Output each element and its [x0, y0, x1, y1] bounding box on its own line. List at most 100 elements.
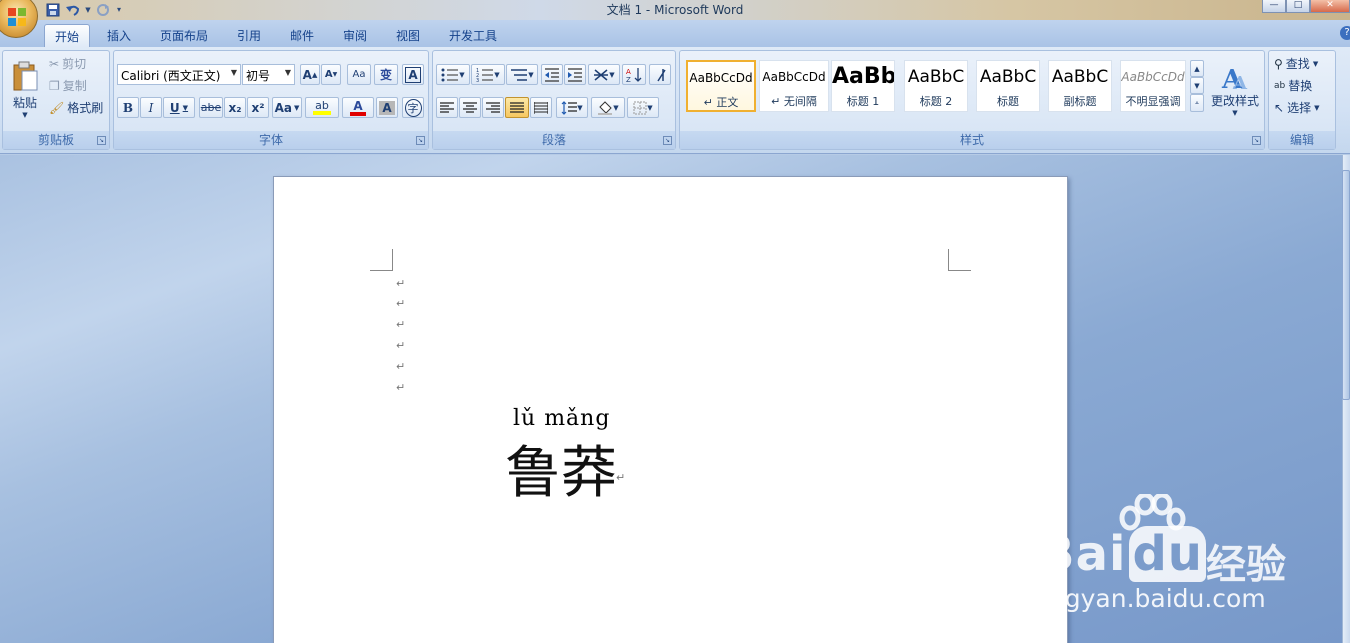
show-marks-button[interactable]: [649, 64, 671, 85]
dialog-launcher-icon[interactable]: ↘: [663, 136, 672, 145]
chinese-layout-button[interactable]: ▼: [588, 64, 620, 85]
document-body-text[interactable]: 鲁莽: [505, 428, 617, 509]
style-heading-1[interactable]: AaBb 标题 1: [831, 60, 895, 112]
borders-button[interactable]: ▼: [627, 97, 659, 118]
minimize-button[interactable]: —: [1262, 0, 1286, 13]
bullets-icon: [441, 68, 459, 81]
chevron-down-icon[interactable]: ▼: [84, 2, 92, 18]
font-size-select[interactable]: 初号 ▼: [242, 64, 295, 85]
align-center-button[interactable]: [459, 97, 481, 118]
format-painter-label: 格式刷: [67, 101, 104, 115]
style-name: ↵ 无间隔: [771, 95, 817, 108]
tab-page-layout[interactable]: 页面布局: [154, 24, 214, 47]
distributed-button[interactable]: [530, 97, 552, 118]
grow-font-button[interactable]: A ▲: [300, 64, 320, 85]
char-border-button[interactable]: A: [402, 64, 424, 85]
grow-font-icon: A: [302, 67, 312, 82]
close-button[interactable]: ✕: [1310, 0, 1350, 13]
undo-icon[interactable]: [64, 2, 82, 18]
sort-button[interactable]: AZ: [622, 64, 646, 85]
style-title[interactable]: AaBbC 标题: [976, 60, 1040, 112]
font-family-select[interactable]: Calibri (西文正文) ▼: [117, 64, 241, 85]
select-button[interactable]: ↖ 选择 ▼: [1274, 99, 1319, 116]
style-name: 标题: [997, 95, 1019, 108]
save-icon[interactable]: [44, 2, 62, 18]
scrollbar-thumb[interactable]: [1342, 170, 1350, 400]
chevron-up-icon[interactable]: ▲: [1190, 60, 1204, 77]
style-heading-2[interactable]: AaBbC 标题 2: [904, 60, 968, 112]
align-center-icon: [463, 101, 477, 113]
gallery-more-icon[interactable]: ⩡: [1190, 94, 1204, 112]
style-normal[interactable]: AaBbCcDd ↵ 正文: [686, 60, 756, 112]
tab-home[interactable]: 开始: [44, 24, 90, 47]
copy-button[interactable]: ❐ 复制: [49, 77, 87, 94]
dialog-launcher-icon[interactable]: ↘: [1252, 136, 1261, 145]
align-right-button[interactable]: [482, 97, 504, 118]
style-no-spacing[interactable]: AaBbCcDd ↵ 无间隔: [759, 60, 829, 112]
chevron-down-icon: ▼: [230, 68, 237, 77]
align-left-button[interactable]: [436, 97, 458, 118]
tab-mailings[interactable]: 邮件: [283, 24, 321, 47]
redo-icon[interactable]: [94, 2, 112, 18]
paragraph-group: ▼ 123 ▼ ▼ ▼ AZ ▼ ▼ ▼ 段落 ↘: [432, 50, 676, 150]
paragraph-mark: ↵: [396, 277, 406, 290]
cut-button[interactable]: ✂ 剪切: [49, 55, 86, 72]
tab-insert[interactable]: 插入: [100, 24, 138, 47]
font-color-swatch: [350, 111, 366, 116]
change-case-button[interactable]: Aa ▼: [272, 97, 302, 118]
window-title: 文档 1 - Microsoft Word: [606, 3, 744, 17]
dialog-launcher-icon[interactable]: ↘: [416, 136, 425, 145]
help-icon[interactable]: ?: [1340, 26, 1350, 40]
dialog-launcher-icon[interactable]: ↘: [97, 136, 106, 145]
tab-references[interactable]: 引用: [230, 24, 268, 47]
subscript-button[interactable]: x₂: [224, 97, 246, 118]
align-left-icon: [440, 101, 454, 113]
enclose-char-button[interactable]: 字: [402, 97, 424, 118]
tab-view[interactable]: 视图: [389, 24, 427, 47]
shrink-font-button[interactable]: A ▼: [321, 64, 341, 85]
document-page[interactable]: ↵ ↵ ↵ ↵ ↵ ↵ lǔ mǎng 鲁莽 ↵: [273, 176, 1068, 643]
strikethrough-button[interactable]: abe: [199, 97, 223, 118]
style-subtle-emphasis[interactable]: AaBbCcDd 不明显强调: [1120, 60, 1186, 112]
bullets-button[interactable]: ▼: [436, 64, 470, 85]
underline-button[interactable]: U ▼: [163, 97, 195, 118]
clear-format-button[interactable]: Aa: [347, 64, 371, 85]
multilevel-list-button[interactable]: ▼: [506, 64, 538, 85]
highlight-button[interactable]: ab: [305, 97, 339, 118]
watermark-brand-du: du: [1129, 526, 1206, 582]
decrease-indent-button[interactable]: [541, 64, 563, 85]
paste-button[interactable]: 粘贴 ▼: [6, 54, 44, 124]
enclose-char-icon: 字: [404, 98, 422, 117]
bold-button[interactable]: B: [117, 97, 139, 118]
italic-button[interactable]: I: [140, 97, 162, 118]
char-shading-button[interactable]: A: [376, 97, 398, 118]
style-sample: AaBbCcDd: [1121, 70, 1185, 84]
style-subtitle[interactable]: AaBbC 副标题: [1048, 60, 1112, 112]
tab-developer[interactable]: 开发工具: [443, 24, 503, 47]
customize-qat-icon[interactable]: ▾: [114, 2, 124, 18]
chevron-down-icon[interactable]: ▼: [1190, 77, 1204, 94]
replace-button[interactable]: ab 替换: [1274, 77, 1312, 94]
numbering-button[interactable]: 123 ▼: [471, 64, 505, 85]
title-bar: 文档 1 - Microsoft Word ▼ ▾ — □ ✕: [0, 0, 1350, 20]
tab-review[interactable]: 审阅: [336, 24, 374, 47]
multilevel-list-icon: [511, 68, 528, 81]
find-button[interactable]: ⚲ 查找 ▼: [1274, 55, 1318, 72]
svg-text:3: 3: [476, 78, 479, 82]
ribbon: 粘贴 ▼ ✂ 剪切 ❐ 复制 🖌 格式刷 剪贴板 ↘ Calibri (西文正文) ▼ …: [0, 47, 1350, 154]
style-name: 标题 2: [919, 95, 953, 108]
paragraph-mark: ↵: [396, 339, 406, 352]
shading-button[interactable]: ▼: [591, 97, 625, 118]
pinyin-guide-button[interactable]: 变: [374, 64, 398, 85]
change-styles-button[interactable]: AA 更改样式 ▼: [1208, 54, 1262, 124]
font-color-button[interactable]: A: [342, 97, 374, 118]
justify-button[interactable]: [505, 97, 529, 118]
superscript-button[interactable]: x²: [247, 97, 269, 118]
increase-indent-button[interactable]: [564, 64, 586, 85]
maximize-button[interactable]: □: [1286, 0, 1310, 13]
find-label: 查找: [1285, 57, 1310, 71]
line-spacing-button[interactable]: ▼: [556, 97, 588, 118]
strikethrough-icon: abe: [200, 101, 222, 114]
format-painter-button[interactable]: 🖌 格式刷: [49, 99, 103, 116]
select-label: 选择: [1287, 101, 1312, 115]
